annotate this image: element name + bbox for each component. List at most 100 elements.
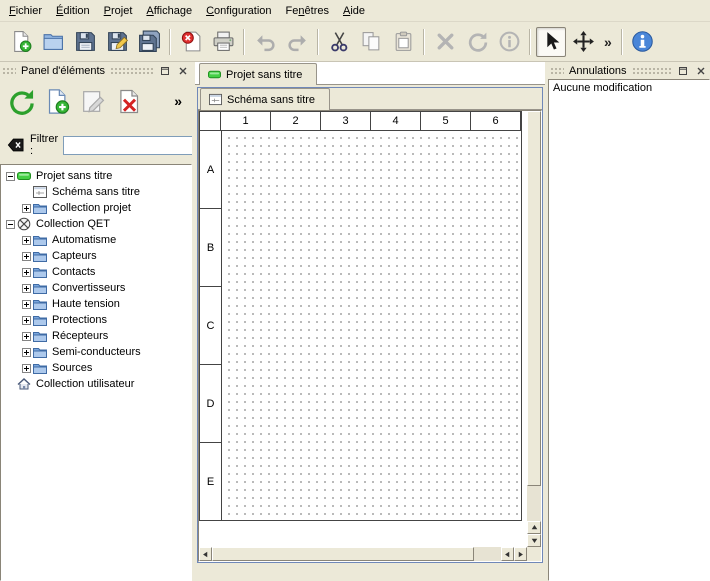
tree-item-label: Sources [52, 362, 92, 374]
tree-item-label: Collection utilisateur [36, 378, 134, 390]
cut-button[interactable] [324, 27, 354, 57]
project-tab-bar: Projet sans titre [195, 62, 545, 85]
tree-item-convertisseurs[interactable]: Convertisseurs [1, 280, 191, 296]
reload-collections-button[interactable] [4, 84, 38, 118]
tree-item-label: Automatisme [52, 234, 116, 246]
tab-project-sans-titre[interactable]: Projet sans titre [199, 63, 317, 85]
tree-item-haute-tension[interactable]: Haute tension [1, 296, 191, 312]
expand-icon[interactable] [20, 268, 33, 277]
undo-button [250, 27, 280, 57]
dock-float-button[interactable] [675, 63, 690, 78]
tree-item-capteurs[interactable]: Capteurs [1, 248, 191, 264]
horizontal-scrollbar-thumb[interactable] [212, 547, 474, 561]
filter-input[interactable] [63, 136, 213, 155]
tree-item-label: Protections [52, 314, 107, 326]
toolbar-separator [169, 29, 171, 55]
collapse-icon[interactable] [4, 172, 17, 181]
dock-float-button[interactable] [157, 63, 172, 78]
delete-element-button[interactable] [112, 84, 146, 118]
diagram-canvas[interactable]: 123456 ABCDE [199, 111, 527, 547]
expand-icon[interactable] [20, 316, 33, 325]
expand-icon[interactable] [20, 236, 33, 245]
new-element-button[interactable] [40, 84, 74, 118]
expand-icon[interactable] [20, 284, 33, 293]
scroll-down-button[interactable] [527, 534, 541, 547]
tree-item-recepteurs[interactable]: Récepteurs [1, 328, 191, 344]
tree-item-collection-utilisateur[interactable]: Collection utilisateur [1, 376, 191, 392]
menu-item-projet[interactable]: Projet [97, 2, 140, 20]
toolbar-overflow-chevron[interactable]: » [599, 34, 617, 50]
panel-overflow-chevron[interactable]: » [168, 93, 188, 109]
diagram-tab-bar: Schéma sans titre [198, 88, 542, 110]
menu-item-affichage[interactable]: Affichage [139, 2, 199, 20]
select-arrow-button[interactable] [536, 27, 566, 57]
tree-item-sources[interactable]: Sources [1, 360, 191, 376]
menu-item-fenetres[interactable]: Fenêtres [279, 2, 336, 20]
toolbar-separator [621, 29, 623, 55]
row-label: C [200, 287, 222, 365]
project-tab-label: Projet sans titre [226, 69, 302, 81]
scroll-up-button[interactable] [527, 521, 541, 534]
element-panel-dock-header: Panel d'éléments [0, 62, 192, 79]
tree-item-semi-conducteurs[interactable]: Semi-conducteurs [1, 344, 191, 360]
save-button[interactable] [70, 27, 100, 57]
expand-icon[interactable] [20, 300, 33, 309]
tree-item-automatisme[interactable]: Automatisme [1, 232, 191, 248]
expand-icon[interactable] [20, 332, 33, 341]
menu-item-aide[interactable]: Aide [336, 2, 372, 20]
save-as-button[interactable] [102, 27, 132, 57]
menu-bar: FichierÉditionProjetAffichageConfigurati… [0, 0, 710, 22]
horizontal-scrollbar[interactable] [199, 547, 527, 561]
column-label: 1 [221, 112, 271, 131]
project-icon [208, 68, 221, 81]
diagram-sheet: 123456 ABCDE [199, 111, 522, 521]
column-ruler: 123456 [200, 112, 521, 131]
folder-icon [33, 233, 48, 247]
undo-history-list[interactable]: Aucune modification [548, 79, 710, 581]
expand-icon[interactable] [20, 348, 33, 357]
print-button[interactable] [208, 27, 238, 57]
vertical-scrollbar[interactable] [527, 111, 541, 547]
scroll-right-button[interactable] [514, 547, 527, 561]
tree-item-label: Schéma sans titre [52, 186, 140, 198]
menu-item-fichier[interactable]: Fichier [2, 2, 49, 20]
horizontal-scrollbar-track[interactable] [474, 547, 501, 561]
tree-item-schema-sans-titre[interactable]: Schéma sans titre [1, 184, 191, 200]
undo-history-item[interactable]: Aucune modification [549, 80, 709, 96]
scroll-left-button[interactable] [199, 547, 212, 561]
menu-item-configuration[interactable]: Configuration [199, 2, 278, 20]
tree-item-contacts[interactable]: Contacts [1, 264, 191, 280]
tab-schema-sans-titre[interactable]: Schéma sans titre [200, 88, 330, 110]
menu-item-edition[interactable]: Édition [49, 2, 97, 20]
save-all-button[interactable] [134, 27, 164, 57]
expand-icon[interactable] [20, 204, 33, 213]
open-file-button[interactable] [38, 27, 68, 57]
tree-item-collection-qet[interactable]: Collection QET [1, 216, 191, 232]
paste-button [388, 27, 418, 57]
folder-icon [33, 281, 48, 295]
expand-icon[interactable] [20, 252, 33, 261]
tree-item-protections[interactable]: Protections [1, 312, 191, 328]
close-file-button[interactable] [176, 27, 206, 57]
tree-item-projet-sans-titre[interactable]: Projet sans titre [1, 168, 191, 184]
diagram-icon [33, 185, 48, 199]
scroll-left-button-2[interactable] [501, 547, 514, 561]
about-info-button[interactable] [628, 27, 658, 57]
dock-close-button[interactable] [175, 63, 190, 78]
expand-icon[interactable] [20, 364, 33, 373]
mdi-area: Projet sans titre Schéma sans titre 1234… [195, 62, 545, 581]
dock-close-button[interactable] [693, 63, 708, 78]
row-label: B [200, 209, 222, 287]
collapse-icon[interactable] [4, 220, 17, 229]
dock-grip [2, 67, 16, 75]
column-label: 5 [421, 112, 471, 131]
new-file-button[interactable] [6, 27, 36, 57]
element-tree[interactable]: Projet sans titre Schéma sans titre Collec… [0, 164, 192, 581]
rotate-button [462, 27, 492, 57]
move-tool-button[interactable] [568, 27, 598, 57]
tree-item-collection-projet[interactable]: Collection projet [1, 200, 191, 216]
vertical-scrollbar-thumb[interactable] [527, 111, 541, 486]
vertical-scrollbar-track[interactable] [527, 486, 541, 521]
clear-filter-button[interactable] [6, 136, 25, 155]
tree-item-label: Projet sans titre [36, 170, 112, 182]
